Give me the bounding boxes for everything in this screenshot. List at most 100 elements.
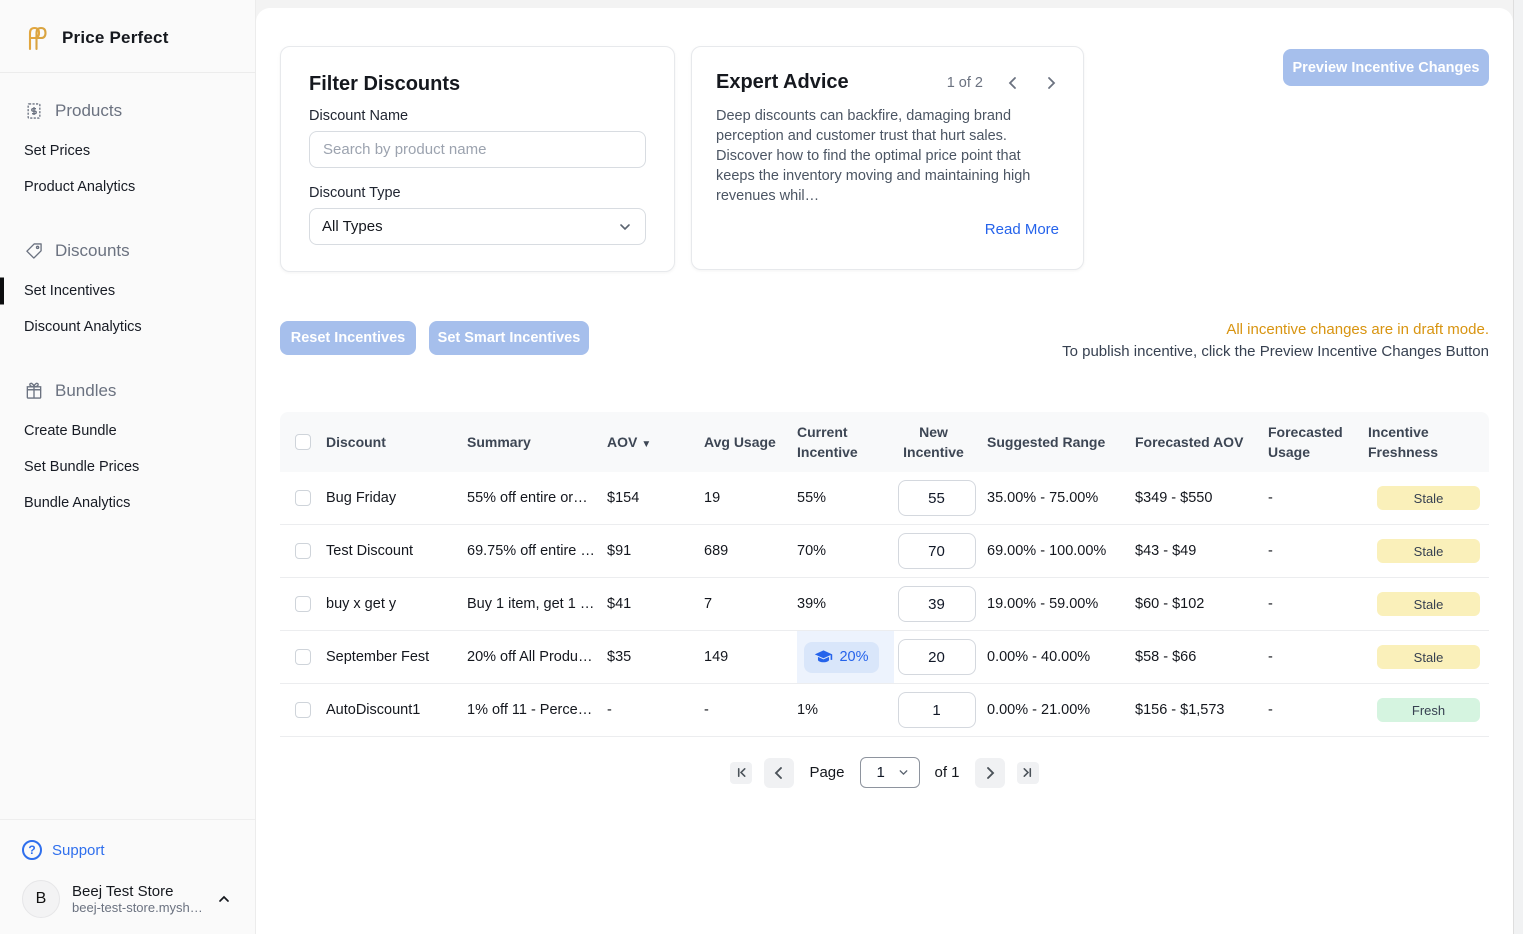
avg-usage-cell: 689 (704, 543, 797, 559)
page-label: Page (809, 764, 844, 781)
suggested-range-cell: 19.00% - 59.00% (987, 596, 1135, 612)
column-header-aov[interactable]: AOV▼ (607, 432, 704, 453)
discount-summary-cell: 20% off All Produ… (467, 649, 607, 665)
column-header-forecasted-aov: Forecasted AOV (1135, 432, 1268, 452)
sidebar-item-bundle-analytics[interactable]: Bundle Analytics (0, 485, 255, 521)
column-header-avg-usage: Avg Usage (704, 432, 797, 452)
select-all-checkbox[interactable] (295, 434, 311, 450)
new-incentive-cell (894, 480, 987, 516)
table-row: Bug Friday55% off entire or…$1541955%35.… (280, 472, 1489, 525)
sidebar-item-set-bundle-prices[interactable]: Set Bundle Prices (0, 449, 255, 485)
pagination-bar: Page 1 of 1 (280, 757, 1489, 788)
row-checkbox[interactable] (295, 649, 311, 665)
table-row: AutoDiscount11% off 11 - Perce…--1%0.00%… (280, 684, 1489, 737)
new-incentive-input[interactable] (898, 533, 976, 569)
current-incentive-cell: 70% (797, 525, 894, 577)
question-circle-icon: ? (22, 840, 42, 860)
main-content: Filter Discounts Discount Name Discount … (256, 8, 1513, 934)
column-header-forecasted-usage: Forecasted Usage (1268, 422, 1368, 463)
row-checkbox-cell (280, 649, 326, 665)
page-number-select[interactable]: 1 (860, 757, 920, 788)
support-label: Support (52, 842, 105, 859)
graduation-cap-icon (814, 648, 833, 667)
filter-discounts-card: Filter Discounts Discount Name Discount … (280, 46, 675, 272)
forecasted-usage-cell: - (1268, 543, 1368, 559)
preview-incentive-changes-button[interactable]: Preview Incentive Changes (1283, 49, 1489, 86)
chevron-down-icon (897, 766, 910, 779)
incentive-freshness-cell: Stale (1368, 645, 1489, 669)
column-header-summary: Summary (467, 432, 607, 452)
new-incentive-cell (894, 639, 987, 675)
avg-usage-cell: - (704, 702, 797, 718)
chevron-up-icon[interactable] (217, 892, 231, 906)
support-link[interactable]: ? Support (22, 840, 239, 860)
new-incentive-input[interactable] (898, 639, 976, 675)
forecasted-usage-cell: - (1268, 649, 1368, 665)
sidebar-item-set-incentives[interactable]: Set Incentives (0, 273, 255, 309)
new-incentive-input[interactable] (898, 480, 976, 516)
nav-section-label: Products (55, 101, 122, 121)
sidebar-item-create-bundle[interactable]: Create Bundle (0, 413, 255, 449)
smart-incentive-pill: 20% (804, 642, 878, 673)
table-header-row: Discount Summary AOV▼ Avg Usage Current … (280, 412, 1489, 472)
row-checkbox-cell (280, 543, 326, 559)
freshness-badge: Fresh (1377, 698, 1480, 722)
discount-name-cell: Test Discount (326, 543, 467, 559)
sidebar-item-discount-analytics[interactable]: Discount Analytics (0, 309, 255, 345)
draft-mode-notice: All incentive changes are in draft mode.… (1062, 321, 1489, 360)
store-domain: beej-test-store.mysh… (72, 900, 205, 915)
column-header-new-incentive: New Incentive (894, 422, 987, 463)
nav-section-discounts: Discounts (0, 231, 255, 273)
new-incentive-input[interactable] (898, 692, 976, 728)
suggested-range-cell: 0.00% - 21.00% (987, 702, 1135, 718)
new-incentive-input[interactable] (898, 586, 976, 622)
discount-type-select[interactable]: All Types (309, 208, 646, 245)
advice-next-button[interactable] (1043, 75, 1059, 91)
row-checkbox[interactable] (295, 702, 311, 718)
aov-cell: - (607, 702, 704, 718)
current-incentive-cell: 1% (797, 684, 894, 736)
expert-advice-card: Expert Advice 1 of 2 Deep discounts can … (691, 46, 1084, 270)
freshness-badge: Stale (1377, 486, 1480, 510)
row-checkbox-cell (280, 702, 326, 718)
row-checkbox[interactable] (295, 543, 311, 559)
forecasted-aov-cell: $156 - $1,573 (1135, 702, 1268, 718)
incentive-freshness-cell: Stale (1368, 486, 1489, 510)
discount-type-label: Discount Type (309, 185, 646, 201)
scrollbar-track[interactable] (1513, 0, 1523, 934)
reset-incentives-button[interactable]: Reset Incentives (280, 321, 416, 355)
advice-prev-button[interactable] (1005, 75, 1021, 91)
table-row: buy x get yBuy 1 item, get 1 …$41739%19.… (280, 578, 1489, 631)
read-more-link[interactable]: Read More (716, 221, 1059, 238)
discount-name-cell: September Fest (326, 649, 467, 665)
discount-name-cell: Bug Friday (326, 490, 467, 506)
current-incentive-value: 20% (839, 649, 868, 665)
table-row: Test Discount69.75% off entire …$9168970… (280, 525, 1489, 578)
first-page-button[interactable] (730, 762, 752, 784)
store-switcher[interactable]: B Beej Test Store beej-test-store.mysh… (22, 880, 239, 918)
page-of-label: of 1 (935, 764, 960, 781)
column-header-incentive-freshness: Incentive Freshness (1368, 422, 1489, 463)
table-body: Bug Friday55% off entire or…$1541955%35.… (280, 472, 1489, 737)
row-checkbox[interactable] (295, 490, 311, 506)
forecasted-usage-cell: - (1268, 490, 1368, 506)
row-checkbox-cell (280, 596, 326, 612)
set-smart-incentives-button[interactable]: Set Smart Incentives (429, 321, 589, 355)
discount-summary-cell: 1% off 11 - Perce… (467, 702, 607, 718)
header-checkbox-cell (280, 434, 326, 450)
discount-name-cell: AutoDiscount1 (326, 702, 467, 718)
avg-usage-cell: 149 (704, 649, 797, 665)
sidebar-item-product-analytics[interactable]: Product Analytics (0, 169, 255, 205)
previous-page-button[interactable] (764, 758, 794, 788)
current-incentive-cell: 39% (797, 578, 894, 630)
suggested-range-cell: 69.00% - 100.00% (987, 543, 1135, 559)
suggested-range-cell: 35.00% - 75.00% (987, 490, 1135, 506)
row-checkbox[interactable] (295, 596, 311, 612)
discount-name-search-input[interactable] (309, 131, 646, 168)
last-page-button[interactable] (1017, 762, 1039, 784)
tag-icon (24, 241, 44, 261)
next-page-button[interactable] (975, 758, 1005, 788)
avg-usage-cell: 7 (704, 596, 797, 612)
sidebar-item-set-prices[interactable]: Set Prices (0, 133, 255, 169)
incentives-table: Discount Summary AOV▼ Avg Usage Current … (280, 412, 1489, 737)
